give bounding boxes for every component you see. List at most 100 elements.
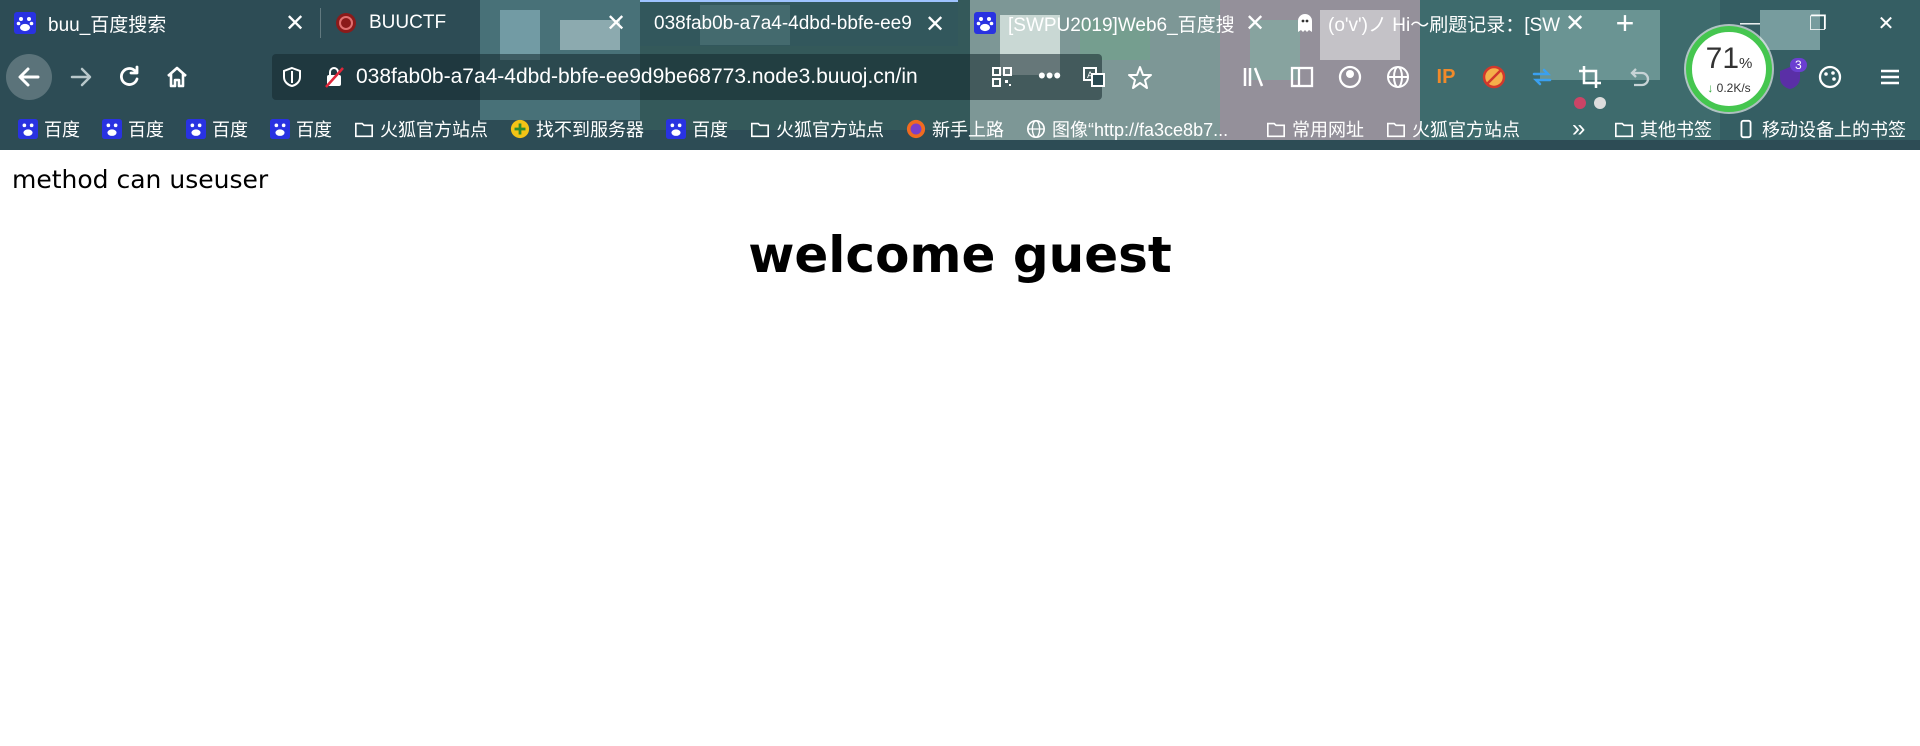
more-bookmarks-chevron-icon[interactable]: » <box>1572 110 1585 148</box>
crop-screenshot-icon[interactable] <box>1576 63 1604 91</box>
tab-title: [SWPU2019]Web6_百度搜 <box>1008 14 1235 36</box>
arrow-right-icon <box>70 67 92 87</box>
hamburger-menu-icon[interactable] <box>1876 63 1904 91</box>
bookmark-item[interactable]: 找不到服务器 <box>510 110 644 148</box>
star-bookmark-icon[interactable] <box>1127 65 1153 91</box>
baidu-icon <box>666 119 686 139</box>
close-tab-icon[interactable]: ✕ <box>1240 9 1270 38</box>
folder-icon <box>1267 122 1285 138</box>
close-tab-icon[interactable]: ✕ <box>280 9 310 38</box>
bookmark-label: 火狐官方站点 <box>380 120 488 140</box>
bookmark-item[interactable]: 百度 <box>102 110 164 148</box>
plus-circle-icon <box>510 119 530 139</box>
bookmark-item[interactable]: 新手上路 <box>906 110 1004 148</box>
bookmark-label: 百度 <box>212 120 248 140</box>
bookmark-item[interactable]: 百度 <box>186 110 248 148</box>
forward-button[interactable] <box>58 54 104 100</box>
welcome-heading: welcome guest <box>748 226 1172 284</box>
svg-text:A: A <box>1087 71 1094 81</box>
tab-active-challenge[interactable]: 038fab0b-a7a4-4dbd-bbfe-ee9 ✕ <box>640 0 958 46</box>
firefox-icon <box>906 119 926 139</box>
url-text[interactable]: 038fab0b-a7a4-4dbd-bbfe-ee9d9be68773.nod… <box>356 54 956 100</box>
buuctf-icon <box>336 13 356 33</box>
bookmark-label: 找不到服务器 <box>536 120 644 140</box>
reload-button[interactable] <box>106 54 152 100</box>
close-window-button[interactable]: ✕ <box>1852 0 1920 46</box>
back-button[interactable] <box>6 54 52 100</box>
network-globe-icon[interactable] <box>1384 63 1412 91</box>
baidu-icon <box>18 119 38 139</box>
globe-icon <box>1027 120 1045 138</box>
bookmark-label: 百度 <box>692 120 728 140</box>
ip-extension-icon[interactable]: IP <box>1432 63 1460 91</box>
bookmark-folder[interactable]: 火狐官方站点 <box>750 110 884 148</box>
home-icon <box>167 66 187 88</box>
bookmark-folder[interactable]: 移动设备上的书签 <box>1736 110 1906 148</box>
tracking-protection-shield-icon[interactable] <box>280 65 304 89</box>
tab-blog[interactable]: (o'v')ノ Hi～刷题记录：[SW ✕ <box>1280 0 1598 46</box>
palette-icon[interactable] <box>1816 63 1844 91</box>
ghost-icon <box>1298 14 1312 32</box>
baidu-icon <box>102 119 122 139</box>
page-actions-icon[interactable]: ••• <box>1038 63 1061 89</box>
close-tab-icon[interactable]: ✕ <box>1560 9 1590 38</box>
tab-swpu-search[interactable]: [SWPU2019]Web6_百度搜 ✕ <box>960 0 1278 46</box>
bookmark-folder[interactable]: 常用网址 <box>1266 110 1364 148</box>
bookmark-item[interactable]: 图像“http://fa3ce8b7... <box>1026 110 1228 148</box>
sync-extension-icon[interactable] <box>1528 63 1556 91</box>
mobile-icon <box>1740 119 1752 139</box>
reload-icon <box>120 65 139 86</box>
insecure-lock-icon[interactable] <box>322 65 346 89</box>
sidebar-icon[interactable] <box>1288 63 1316 91</box>
baidu-icon <box>186 119 206 139</box>
baidu-icon <box>974 12 996 34</box>
bookmarks-toolbar: 百度 百度 百度 百度 火狐官方站点 找不到服务器 百度 火狐官方站点 新手上路… <box>0 110 1920 148</box>
bookmark-item[interactable]: 百度 <box>270 110 332 148</box>
bookmark-label: 火狐官方站点 <box>1412 120 1520 140</box>
bookmark-label: 百度 <box>44 120 80 140</box>
qr-code-icon[interactable] <box>990 65 1014 89</box>
tab-strip: buu_百度搜索 ✕ BUUCTF ✕ 038fab0b-a7a4-4dbd-b… <box>0 0 1920 46</box>
tab-buuctf[interactable]: BUUCTF ✕ <box>321 0 639 46</box>
undo-icon[interactable] <box>1624 63 1652 91</box>
speed-percent-value: 71 <box>1705 41 1740 75</box>
folder-icon <box>355 122 373 138</box>
translate-icon[interactable]: A <box>1082 65 1106 89</box>
account-icon[interactable] <box>1336 63 1364 91</box>
blocker-extension-icon[interactable] <box>1480 63 1508 91</box>
method-hint-text: method can useuser <box>12 165 269 194</box>
close-tab-icon[interactable]: ✕ <box>601 9 631 38</box>
new-tab-button[interactable]: + <box>1600 0 1650 46</box>
bookmark-label: 图像“http://fa3ce8b7... <box>1052 120 1229 140</box>
folder-icon <box>1615 122 1633 138</box>
home-button[interactable] <box>154 54 200 100</box>
tab-title: (o'v')ノ Hi～刷题记录：[SW <box>1328 14 1560 36</box>
bookmark-folder[interactable]: 火狐官方站点 <box>1386 110 1520 148</box>
baidu-icon <box>270 119 290 139</box>
folder-icon <box>1387 122 1405 138</box>
speed-percent: 71% <box>1705 41 1753 79</box>
folder-icon <box>751 122 769 138</box>
bookmark-label: 新手上路 <box>932 120 1004 140</box>
bookmark-folder[interactable]: 其他书签 <box>1614 110 1712 148</box>
speed-percent-sign: % <box>1739 54 1753 72</box>
bookmark-label: 其他书签 <box>1640 120 1712 140</box>
bookmark-folder[interactable]: 火狐官方站点 <box>354 110 488 148</box>
download-arrow-icon: ↓ <box>1707 80 1714 95</box>
address-bar[interactable]: 038fab0b-a7a4-4dbd-bbfe-ee9d9be68773.nod… <box>272 54 1105 100</box>
extension-badge-count: 3 <box>1790 58 1807 72</box>
bookmark-label: 常用网址 <box>1292 120 1364 140</box>
speed-rate: ↓ 0.2K/s <box>1707 81 1750 95</box>
library-icon[interactable] <box>1240 63 1268 91</box>
tab-title: 038fab0b-a7a4-4dbd-bbfe-ee9 <box>654 13 912 34</box>
restore-button[interactable]: ❐ <box>1784 0 1852 46</box>
bookmark-label: 火狐官方站点 <box>776 120 884 140</box>
browser-chrome: buu_百度搜索 ✕ BUUCTF ✕ 038fab0b-a7a4-4dbd-b… <box>0 0 1920 150</box>
page-content: method can useuser welcome guest <box>0 150 1920 746</box>
network-speed-widget[interactable]: 71% ↓ 0.2K/s <box>1686 26 1772 112</box>
bookmark-item[interactable]: 百度 <box>666 110 728 148</box>
extension-with-badge[interactable]: 3 <box>1776 58 1807 92</box>
close-tab-icon[interactable]: ✕ <box>920 10 950 39</box>
bookmark-item[interactable]: 百度 <box>18 110 80 148</box>
tab-buu-search[interactable]: buu_百度搜索 ✕ <box>0 0 318 46</box>
